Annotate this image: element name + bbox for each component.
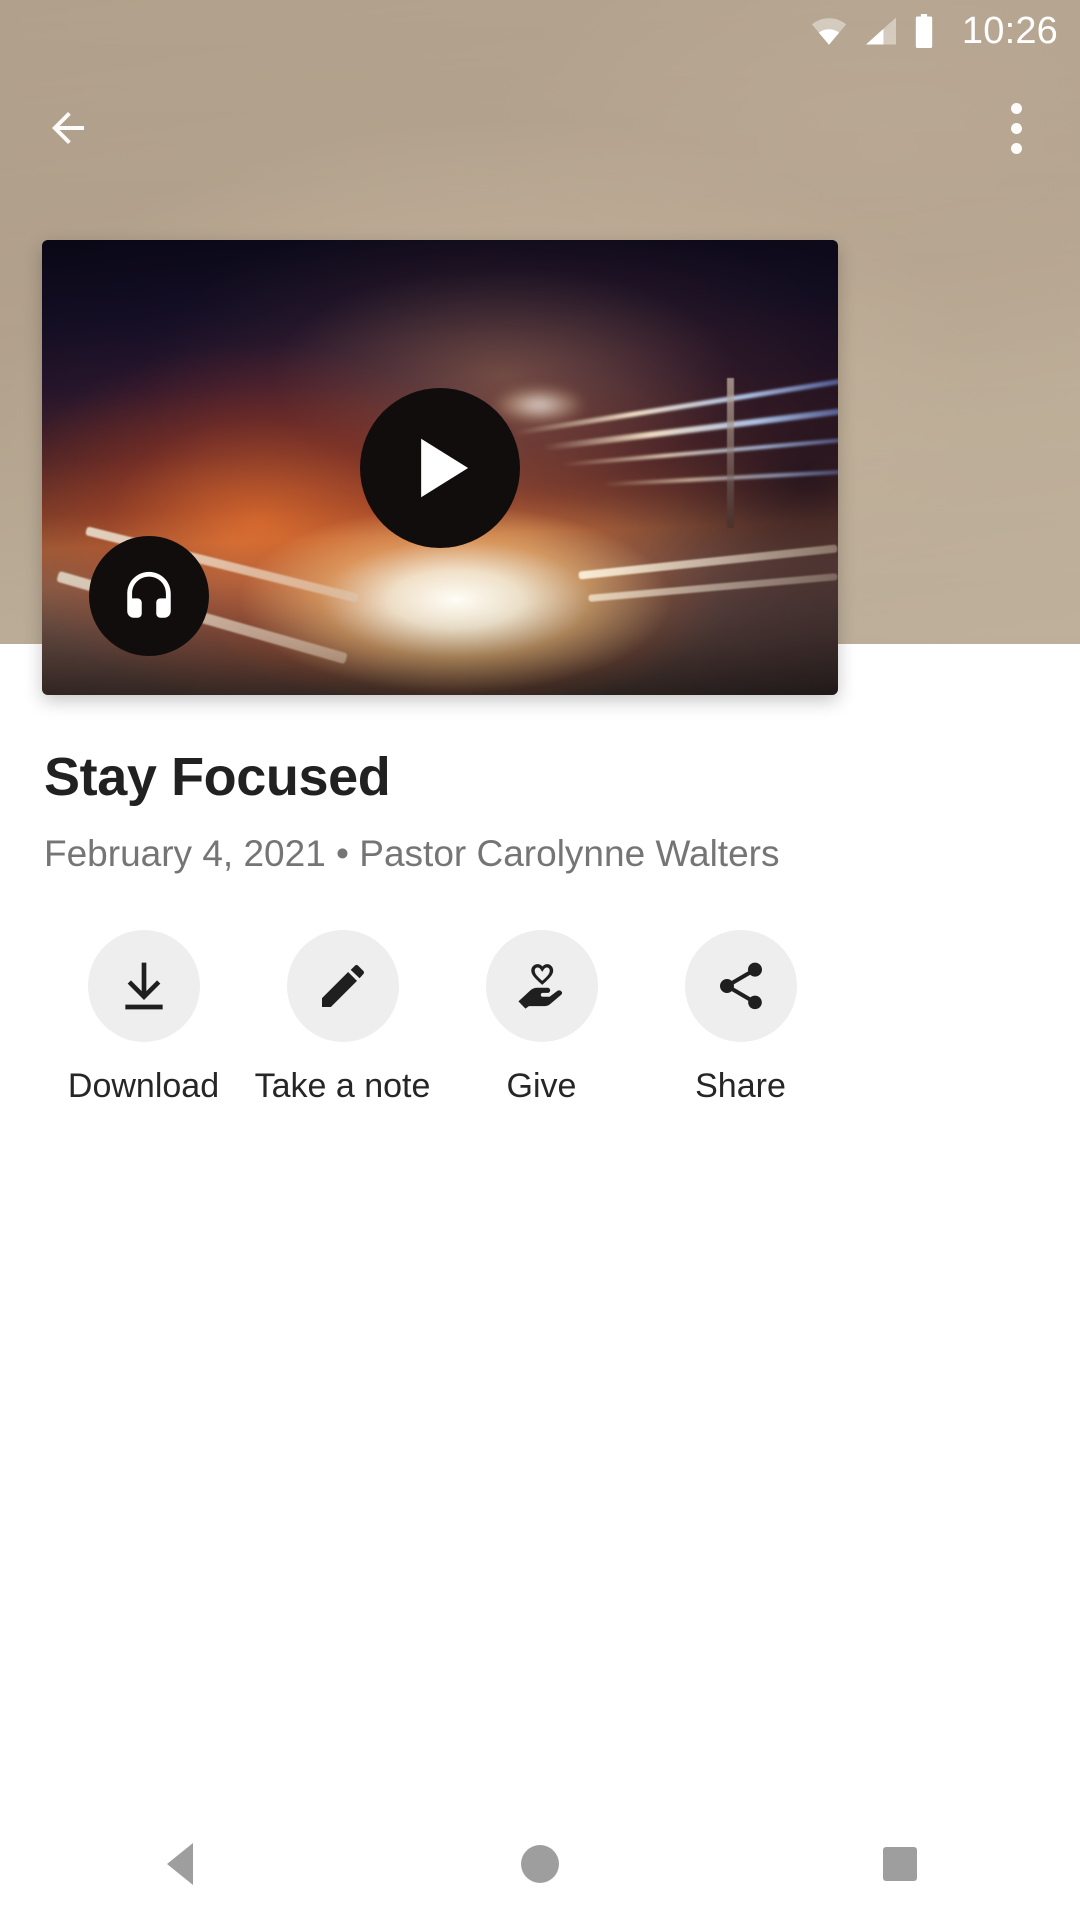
status-bar-icons: 10:26 [809, 12, 1058, 50]
triangle-back-icon [167, 1843, 193, 1885]
audio-version-button[interactable] [89, 536, 209, 656]
more-vertical-icon-dot-2 [1010, 122, 1022, 134]
status-bar-clock: 10:26 [961, 10, 1058, 52]
wifi-icon [809, 16, 849, 46]
sermon-detail-content: Stay Focused February 4, 2021 • Pastor C… [0, 695, 1080, 1107]
action-download-label: Download [67, 1066, 220, 1105]
nav-home-button[interactable] [460, 1808, 620, 1920]
headphones-icon [120, 567, 178, 625]
app-bar [0, 62, 1080, 190]
play-triangle-icon [405, 435, 475, 501]
status-bar: 10:26 [0, 0, 1080, 62]
action-take-a-note[interactable]: Take a note [243, 929, 442, 1107]
video-thumbnail-card[interactable] [42, 240, 838, 695]
action-give[interactable]: Give [442, 929, 641, 1107]
action-share-label: Share [695, 1066, 786, 1105]
arrow-back-icon [44, 104, 92, 152]
share-nodes-icon [713, 958, 769, 1014]
battery-icon [913, 14, 935, 48]
cellular-signal-icon [862, 16, 900, 46]
square-recents-icon [883, 1847, 917, 1881]
download-button[interactable] [87, 929, 200, 1042]
play-button[interactable] [360, 387, 520, 548]
share-button[interactable] [684, 929, 797, 1042]
back-button[interactable] [24, 84, 112, 172]
pencil-edit-icon [315, 958, 371, 1014]
action-row: Download Take a note Give Share [0, 878, 1080, 1107]
action-share[interactable]: Share [641, 929, 840, 1107]
page-title: Stay Focused [44, 747, 391, 807]
action-take-a-note-label: Take a note [254, 1066, 431, 1105]
more-vertical-icon-dot-1 [1010, 102, 1022, 114]
take-a-note-button[interactable] [286, 929, 399, 1042]
nav-back-button[interactable] [100, 1808, 260, 1920]
action-give-label: Give [506, 1066, 577, 1105]
sermon-meta-subtitle: February 4, 2021 • Pastor Carolynne Walt… [44, 833, 780, 875]
hand-heart-icon [514, 958, 570, 1014]
more-vertical-icon-dot-3 [1010, 142, 1022, 154]
android-navigation-bar [0, 1808, 1080, 1920]
circle-home-icon [521, 1845, 559, 1883]
overflow-menu-button[interactable] [972, 84, 1060, 172]
give-button[interactable] [485, 929, 598, 1042]
nav-recents-button[interactable] [820, 1808, 980, 1920]
action-download[interactable]: Download [44, 929, 243, 1107]
download-icon [116, 958, 172, 1014]
